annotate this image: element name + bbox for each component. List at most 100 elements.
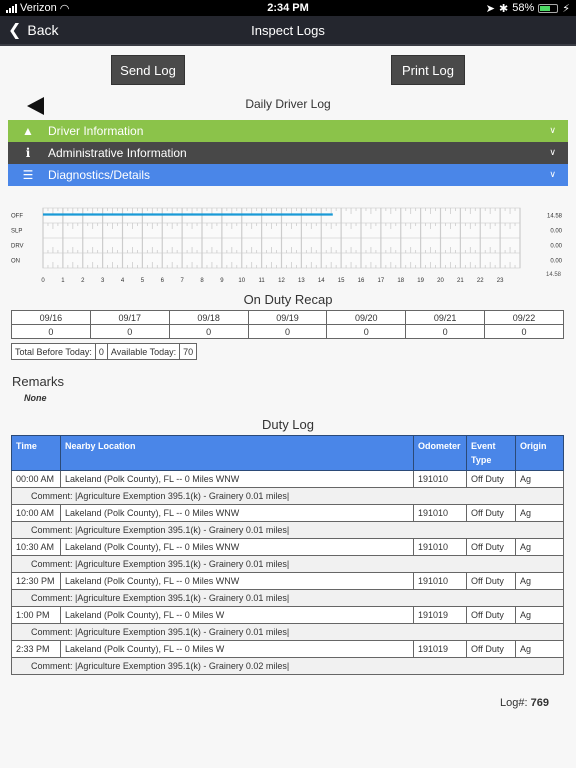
info-icon: i [25, 146, 31, 160]
cell-time: 12:30 PM [11, 572, 61, 590]
recap-date: 09/18 [168, 310, 249, 325]
recap-value: 0 [89, 324, 170, 339]
graph-row-label: ON [11, 259, 20, 265]
log-title: Daily Driver Log [245, 97, 331, 111]
graph-x-tick-label: 4 [121, 278, 125, 284]
col-location: Nearby Location [60, 435, 414, 471]
section-label: Administrative Information [48, 146, 187, 160]
cell-time: 10:00 AM [11, 504, 61, 522]
print-log-button[interactable]: Print Log [391, 55, 465, 85]
chevron-left-icon: ❮ [8, 22, 22, 39]
cell-location: Lakeland (Polk County), FL -- 0 Miles W [60, 606, 414, 624]
graph-x-tick-label: 5 [141, 278, 145, 284]
comment-row: Comment: |Agriculture Exemption 395.1(k)… [11, 555, 564, 573]
table-row: 12:30 PM Lakeland (Polk County), FL -- 0 … [11, 572, 564, 590]
row-comment: Comment: |Agriculture Exemption 395.1(k)… [11, 657, 564, 675]
section-driver-information[interactable]: ▲ Driver Information ∨ [8, 120, 568, 142]
duty-log-table: Time Nearby Location Odometer Event Type… [11, 435, 564, 675]
graph-x-tick-label: 10 [238, 278, 245, 284]
available-today-label: Available Today: [106, 343, 181, 360]
table-row: 2:33 PM Lakeland (Polk County), FL -- 0 M… [11, 640, 564, 658]
battery-percent: 58% [512, 2, 535, 14]
wifi-icon: ◠ [59, 2, 70, 15]
comment-row: Comment: |Agriculture Exemption 395.1(k)… [11, 521, 564, 539]
cell-origin: Ag [515, 470, 564, 488]
cell-location: Lakeland (Polk County), FL -- 0 Miles WN… [60, 504, 414, 522]
graph-x-tick-label: 9 [220, 278, 224, 284]
chevron-down-icon: ∨ [549, 169, 556, 179]
back-label: Back [27, 22, 59, 38]
section-administrative-information[interactable]: i Administrative Information ∨ [8, 142, 568, 164]
graph-x-tick-label: 23 [497, 278, 504, 284]
graph-x-tick-label: 16 [358, 278, 365, 284]
cell-odometer: 191010 [413, 538, 467, 556]
graph-row-label: SLP [11, 229, 22, 235]
recap-value: 0 [405, 324, 486, 339]
cell-origin: Ag [515, 606, 564, 624]
graph-x-tick-label: 18 [397, 278, 404, 284]
total-before-value: 0 [94, 343, 108, 360]
cell-time: 10:30 AM [11, 538, 61, 556]
graph-x-tick-label: 11 [259, 278, 266, 284]
recap-date: 09/22 [484, 310, 564, 325]
graph-x-tick-label: 8 [200, 278, 204, 284]
graph-x-tick-label: 20 [437, 278, 444, 284]
cell-odometer: 191010 [413, 504, 467, 522]
recap-title: On Duty Recap [243, 292, 333, 307]
cell-location: Lakeland (Polk County), FL -- 0 Miles WN… [60, 572, 414, 590]
col-origin: Origin [515, 435, 564, 471]
user-icon: ▲ [22, 124, 34, 138]
recap-value: 0 [326, 324, 407, 339]
graph-x-tick-label: 21 [457, 278, 464, 284]
graph-x-tick-label: 17 [378, 278, 385, 284]
comment-row: Comment: |Agriculture Exemption 395.1(k)… [11, 589, 564, 607]
cell-odometer: 191010 [413, 470, 467, 488]
remarks-title: Remarks [12, 374, 65, 389]
signal-icon [6, 3, 17, 13]
graph-row-total: 0.00 [550, 229, 562, 235]
cell-location: Lakeland (Polk County), FL -- 0 Miles W [60, 640, 414, 658]
cell-origin: Ag [515, 504, 564, 522]
graph-x-tick-label: 3 [101, 278, 105, 284]
carrier: Verizon [20, 2, 57, 14]
back-button[interactable]: ❮ Back [0, 20, 59, 40]
graph-x-tick-label: 1 [61, 278, 65, 284]
row-comment: Comment: |Agriculture Exemption 395.1(k)… [11, 521, 564, 539]
table-row: 1:00 PM Lakeland (Polk County), FL -- 0 M… [11, 606, 564, 624]
recap-table: 09/16 09/17 09/18 09/19 09/20 09/21 09/22 0000… [11, 310, 564, 339]
recap-totals: Total Before Today: 0 Available Today: 7… [11, 343, 198, 360]
send-log-button[interactable]: Send Log [111, 55, 185, 85]
nav-bar: ❮ Back Inspect Logs [0, 16, 576, 46]
section-diagnostics-details[interactable]: ☰ Diagnostics/Details ∨ [8, 164, 568, 186]
recap-date: 09/17 [89, 310, 170, 325]
battery-icon [538, 3, 559, 13]
table-row: 10:30 AM Lakeland (Polk County), FL -- 0 … [11, 538, 564, 556]
graph-x-tick-label: 22 [477, 278, 484, 284]
graph-row-total: 14.58 [547, 214, 563, 220]
section-label: Diagnostics/Details [48, 168, 151, 182]
duty-log-title: Duty Log [261, 417, 315, 432]
cell-event: Off Duty [466, 606, 516, 624]
log-number-value: 769 [530, 697, 549, 709]
recap-date: 09/16 [11, 310, 91, 325]
cell-event: Off Duty [466, 470, 516, 488]
cell-origin: Ag [515, 640, 564, 658]
cell-location: Lakeland (Polk County), FL -- 0 Miles WN… [60, 470, 414, 488]
comment-row: Comment: |Agriculture Exemption 395.1(k)… [11, 623, 564, 641]
graph-row-total: 0.00 [550, 259, 562, 265]
cell-origin: Ag [515, 572, 564, 590]
graph-row-label: DRV [11, 244, 24, 250]
section-label: Driver Information [48, 124, 144, 138]
graph-x-tick-label: 12 [278, 278, 285, 284]
cell-location: Lakeland (Polk County), FL -- 0 Miles WN… [60, 538, 414, 556]
graph-x-tick-label: 2 [81, 278, 85, 284]
graph-row-label: OFF [11, 214, 23, 220]
recap-value: 0 [484, 324, 564, 339]
graph-x-tick-label: 15 [338, 278, 345, 284]
recap-date: 09/21 [405, 310, 486, 325]
bluetooth-icon: ✱ [499, 2, 509, 15]
chevron-down-icon: ∨ [549, 125, 556, 135]
cell-event: Off Duty [466, 504, 516, 522]
graph-grand-total: 14.58 [546, 272, 562, 278]
graph-x-tick-label: 13 [298, 278, 305, 284]
